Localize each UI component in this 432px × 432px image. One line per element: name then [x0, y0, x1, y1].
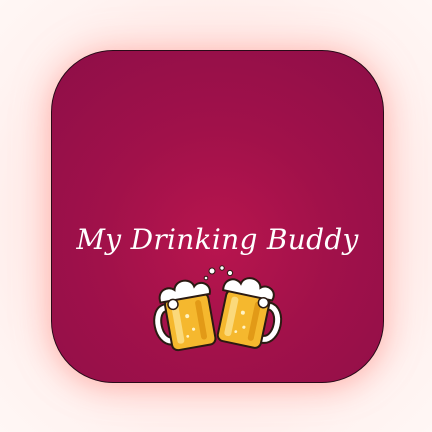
left-beer-mug	[153, 279, 217, 352]
beer-splash	[203, 265, 234, 281]
clinking-beer-mugs-icon	[153, 265, 282, 352]
app-title: My Drinking Buddy	[76, 223, 359, 256]
right-beer-mug	[216, 277, 282, 349]
app-icon-tile[interactable]: My Drinking Buddy	[51, 50, 384, 383]
